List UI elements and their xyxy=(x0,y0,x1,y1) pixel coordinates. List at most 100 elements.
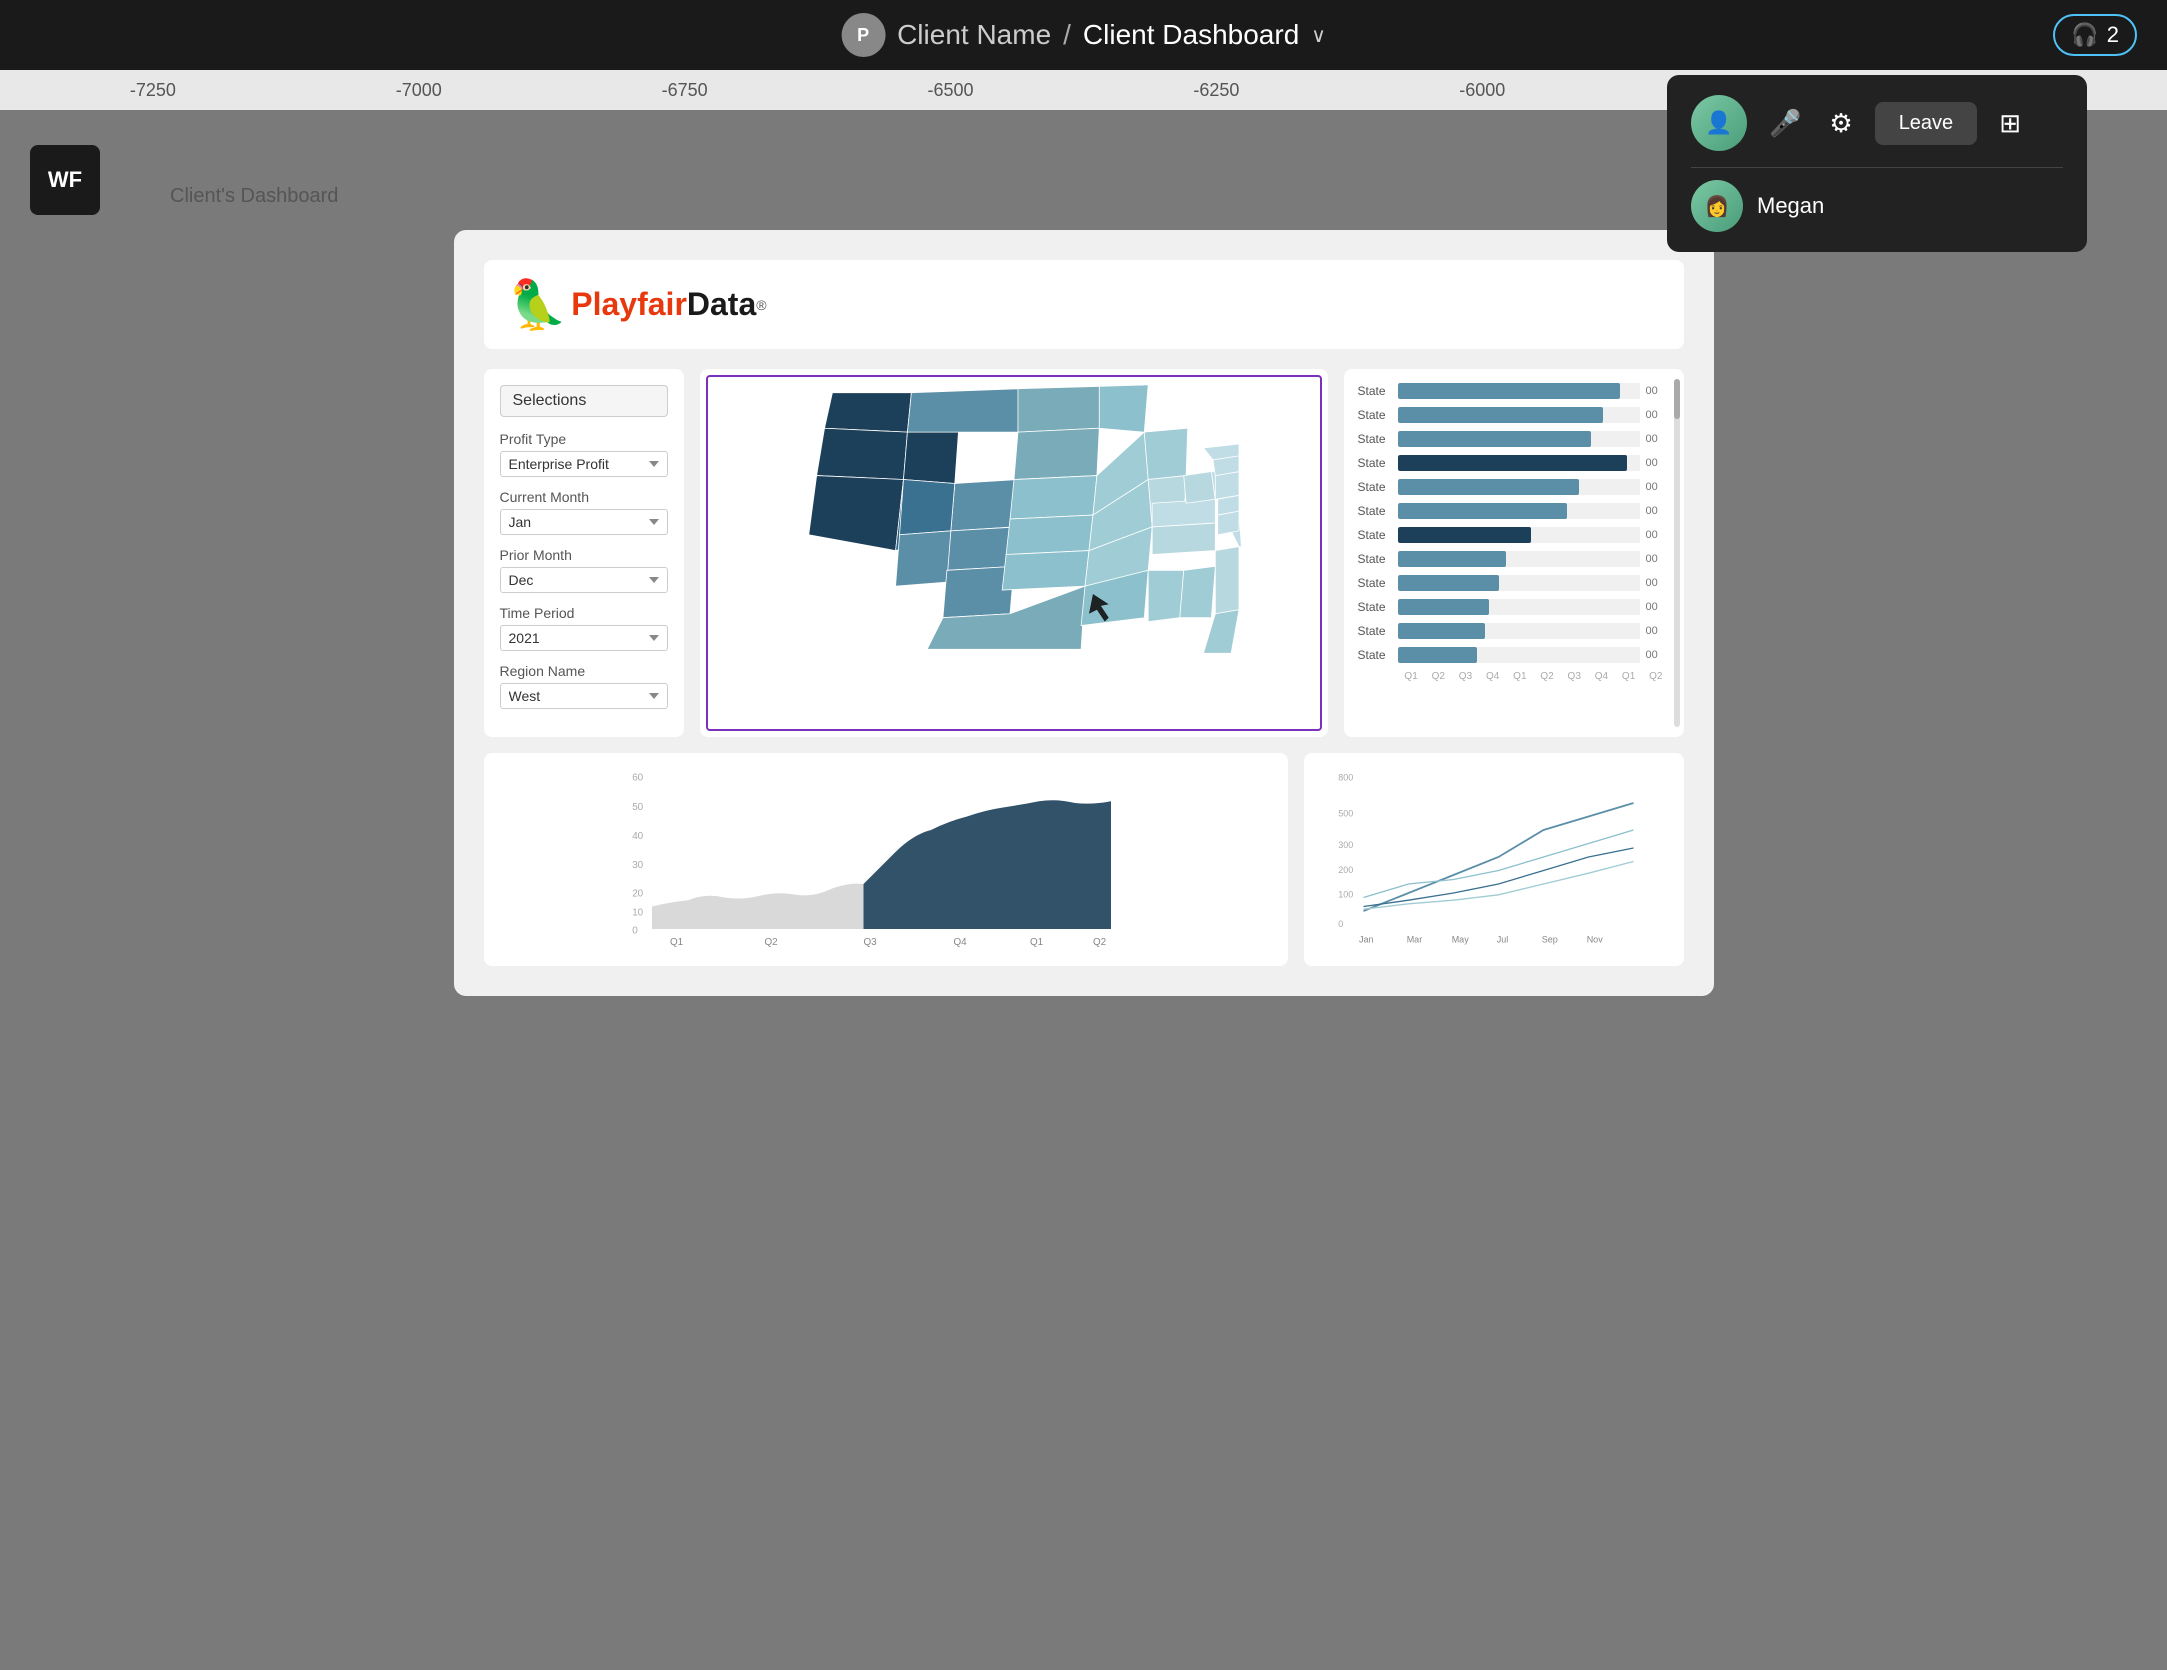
svg-text:300: 300 xyxy=(1338,840,1353,850)
axis-q1c: Q1 xyxy=(1622,671,1635,682)
mic-button[interactable]: 🎤 xyxy=(1763,102,1807,145)
svg-text:800: 800 xyxy=(1338,773,1353,783)
region-select[interactable]: West xyxy=(500,683,668,709)
bar-row-8: State 00 xyxy=(1358,551,1670,567)
bar-value: 00 xyxy=(1646,649,1670,661)
bar-value: 00 xyxy=(1646,409,1670,421)
selections-button[interactable]: Selections xyxy=(500,385,668,417)
bar-track xyxy=(1398,455,1640,471)
axis-q3: Q3 xyxy=(1459,671,1472,682)
svg-text:20: 20 xyxy=(632,889,643,900)
svg-text:Jan: Jan xyxy=(1359,935,1374,945)
svg-text:Mar: Mar xyxy=(1406,935,1422,945)
bar-value: 00 xyxy=(1646,553,1670,565)
bar-label: State xyxy=(1358,600,1392,614)
svg-text:0: 0 xyxy=(1338,919,1343,929)
bar-row-10: State 00 xyxy=(1358,599,1670,615)
axis-q4b: Q4 xyxy=(1595,671,1608,682)
canvas-area: Client's Dashboard 🦜 Playfair Data ® Sel… xyxy=(0,110,2167,1670)
profit-type-group: Profit Type Enterprise Profit xyxy=(500,431,668,477)
bar-row-2: State 00 xyxy=(1358,407,1670,423)
avatar-image: 👤 xyxy=(1691,95,1747,151)
bar-label: State xyxy=(1358,552,1392,566)
region-label: Region Name xyxy=(500,663,668,679)
bar-fill xyxy=(1398,551,1507,567)
area-chart-svg: 60 50 40 30 20 10 0 Q1 Q2 Q3 Q4 Q xyxy=(498,767,1274,947)
bar-value: 00 xyxy=(1646,385,1670,397)
profit-type-label: Profit Type xyxy=(500,431,668,447)
svg-text:Nov: Nov xyxy=(1586,935,1603,945)
bar-fill xyxy=(1398,407,1604,423)
logo-text-data: Data xyxy=(687,286,756,323)
breadcrumb: P Client Name / Client Dashboard ∨ xyxy=(841,13,1326,57)
bar-row-4: State 00 xyxy=(1358,455,1670,471)
settings-button[interactable]: ⚙ xyxy=(1823,102,1858,145)
scrollbar-thumb xyxy=(1674,379,1680,419)
bar-track xyxy=(1398,503,1640,519)
bar-track xyxy=(1398,383,1640,399)
user-avatar: 👩 xyxy=(1691,180,1743,232)
us-map-svg xyxy=(700,369,1328,669)
time-period-select[interactable]: 2021 xyxy=(500,625,668,651)
bar-fill xyxy=(1398,431,1592,447)
session-badge[interactable]: 🎧 2 xyxy=(2053,14,2137,56)
axis-q3b: Q3 xyxy=(1568,671,1581,682)
top-bar: P Client Name / Client Dashboard ∨ 🎧 2 xyxy=(0,0,2167,70)
line-chart-svg: 800 500 300 200 100 0 Jan Mar May Jul xyxy=(1318,767,1670,947)
bar-fill xyxy=(1398,647,1478,663)
map-container xyxy=(700,369,1328,737)
bar-row-9: State 00 xyxy=(1358,575,1670,591)
prior-month-select[interactable]: Dec xyxy=(500,567,668,593)
bar-row-12: State 00 xyxy=(1358,647,1670,663)
axis-q1: Q1 xyxy=(1404,671,1417,682)
client-avatar: P xyxy=(841,13,885,57)
axis-q2c: Q2 xyxy=(1649,671,1662,682)
headphone-icon: 🎧 xyxy=(2071,22,2098,48)
svg-text:10: 10 xyxy=(632,908,643,919)
bar-fill xyxy=(1398,575,1500,591)
bar-row-1: State 00 xyxy=(1358,383,1670,399)
ruler-tick: -6750 xyxy=(662,80,708,101)
prior-month-group: Prior Month Dec xyxy=(500,547,668,593)
screen-share-button[interactable]: ⊞ xyxy=(1993,102,2027,145)
svg-text:Q2: Q2 xyxy=(764,937,777,947)
bar-track xyxy=(1398,431,1640,447)
bar-fill xyxy=(1398,599,1490,615)
bar-value: 00 xyxy=(1646,529,1670,541)
axis-q1b: Q1 xyxy=(1513,671,1526,682)
bar-row-5: State 00 xyxy=(1358,479,1670,495)
dashboard-label: Client's Dashboard xyxy=(170,185,338,208)
chevron-down-icon[interactable]: ∨ xyxy=(1311,23,1326,48)
bar-label: State xyxy=(1358,528,1392,542)
svg-text:Q2: Q2 xyxy=(1093,937,1106,947)
logo-area: 🦜 Playfair Data ® xyxy=(484,260,1684,349)
svg-text:Q1: Q1 xyxy=(1030,937,1044,947)
svg-text:100: 100 xyxy=(1338,890,1353,900)
bar-label: State xyxy=(1358,648,1392,662)
logo-reg: ® xyxy=(756,297,766,313)
current-month-group: Current Month Jan xyxy=(500,489,668,535)
profit-type-select[interactable]: Enterprise Profit xyxy=(500,451,668,477)
line-chart-container: 800 500 300 200 100 0 Jan Mar May Jul xyxy=(1304,753,1684,966)
popup-user-row: 👩 Megan xyxy=(1691,167,2063,232)
bar-row-3: State 00 xyxy=(1358,431,1670,447)
popup-avatar: 👤 xyxy=(1691,95,1747,151)
svg-text:40: 40 xyxy=(632,831,643,842)
svg-text:30: 30 xyxy=(632,860,643,871)
bar-value: 00 xyxy=(1646,577,1670,589)
area-chart-container: 60 50 40 30 20 10 0 Q1 Q2 Q3 Q4 Q xyxy=(484,753,1288,966)
ruler-tick: -7000 xyxy=(396,80,442,101)
svg-text:May: May xyxy=(1451,935,1469,945)
bar-track xyxy=(1398,407,1640,423)
current-month-select[interactable]: Jan xyxy=(500,509,668,535)
svg-text:Q3: Q3 xyxy=(863,937,877,947)
bar-label: State xyxy=(1358,624,1392,638)
bar-value: 00 xyxy=(1646,505,1670,517)
bar-track xyxy=(1398,599,1640,615)
session-count: 2 xyxy=(2107,22,2119,48)
svg-text:200: 200 xyxy=(1338,865,1353,875)
scrollbar[interactable] xyxy=(1674,379,1680,727)
dashboard-title: Client Dashboard xyxy=(1083,19,1299,51)
leave-button[interactable]: Leave xyxy=(1875,102,1978,145)
bar-fill xyxy=(1398,623,1485,639)
